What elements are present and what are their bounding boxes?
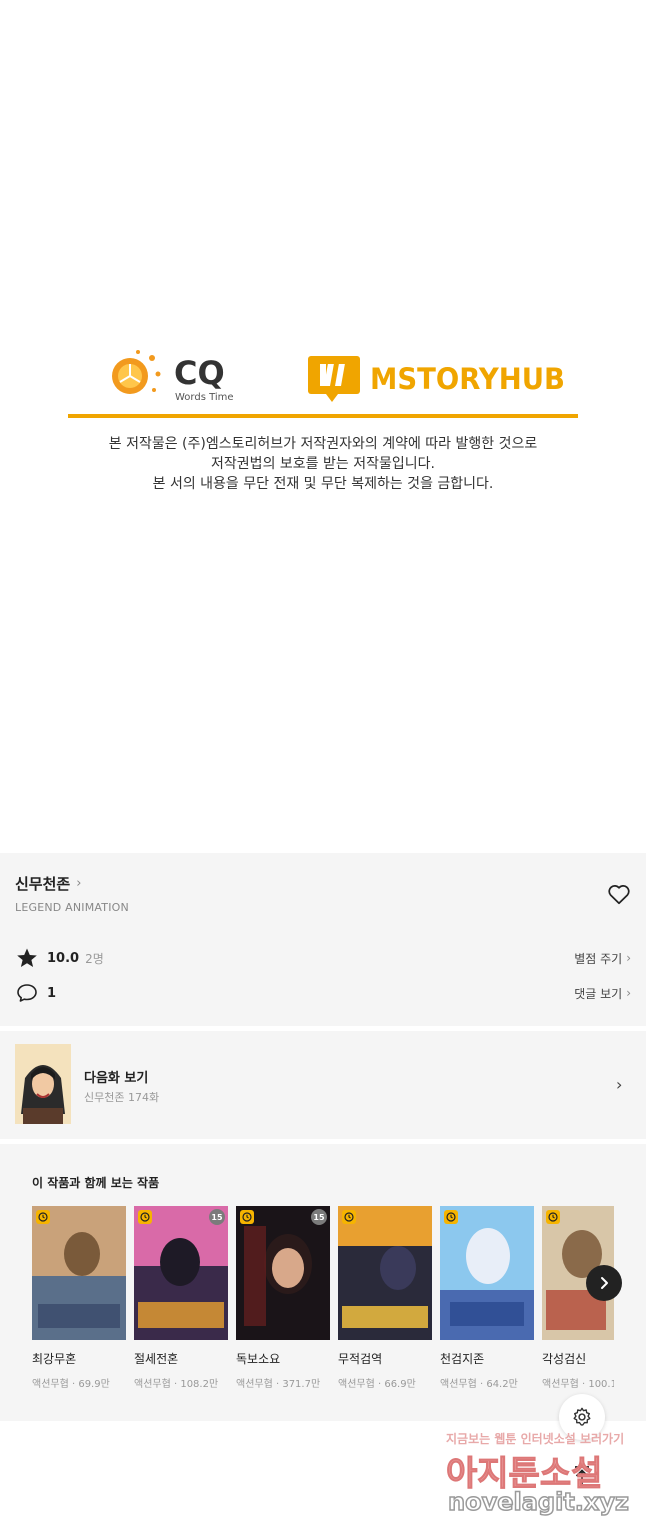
arrow-up-icon xyxy=(575,1466,589,1486)
rate-button[interactable]: 별점 주기 › xyxy=(574,950,631,967)
rating-value: 10.0 xyxy=(47,950,80,966)
cq-mark: CQ xyxy=(174,354,225,392)
comment-row: 1 댓글 보기 › xyxy=(15,981,631,1005)
comment-count: 1 xyxy=(47,985,57,1001)
notice-line-3: 본 서의 내용을 무단 전재 및 무단 복제하는 것을 금합니다. xyxy=(152,476,494,492)
chevron-right-icon: › xyxy=(626,986,631,1000)
next-episode-label: 다음화 보기 xyxy=(84,1071,149,1086)
clock-icon xyxy=(444,1210,458,1224)
cq-subtitle: Words Time xyxy=(175,392,234,403)
heart-icon[interactable] xyxy=(606,881,632,907)
recommendation-title: 각성검신 xyxy=(542,1352,587,1366)
chevron-right-icon xyxy=(601,1277,608,1289)
clock-icon xyxy=(240,1210,254,1224)
recommendation-cover xyxy=(440,1206,534,1340)
recommendation-meta: 액션무협 · 100.1 xyxy=(542,1379,614,1390)
work-title: 신무천존 xyxy=(15,875,71,893)
rating-count: 2명 xyxy=(85,951,104,966)
recommendation-card[interactable]: 최강무혼 액션무협 · 69.9만 xyxy=(32,1206,126,1390)
recommendation-meta: 액션무협 · 371.7만 xyxy=(236,1379,321,1390)
recommendation-title: 최강무혼 xyxy=(32,1352,77,1366)
next-episode-thumbnail xyxy=(15,1044,71,1124)
view-comments-button[interactable]: 댓글 보기 › xyxy=(574,985,631,1002)
recommendation-cover: 15 xyxy=(236,1206,330,1340)
recommendation-cover xyxy=(32,1206,126,1340)
recommendation-cover: 15 xyxy=(134,1206,228,1340)
recommendation-meta: 액션무협 · 64.2만 xyxy=(440,1379,518,1390)
chevron-right-icon: › xyxy=(616,1075,623,1094)
copyright-notice: CQ Words Time MSTORYHUB 본 저작물은 (주)엠스토리허브… xyxy=(0,330,646,492)
recommendation-title: 절세전혼 xyxy=(134,1352,179,1366)
recommendations-list: 최강무혼 액션무협 · 69.9만 15 절세전혼 액션무협 · 108.2만 … xyxy=(32,1206,614,1396)
recommendations-title: 이 작품과 함께 보는 작품 xyxy=(32,1176,160,1190)
site-watermark: 지금보는 웹툰 인터넷소설 보러가기 아지툰소설 novelagit.xyz xyxy=(440,1428,640,1524)
recommendation-title: 독보소요 xyxy=(236,1352,281,1366)
next-episode-subtitle: 신무천존 174화 xyxy=(84,1091,160,1104)
carousel-next-button[interactable] xyxy=(586,1265,622,1301)
page: CQ Words Time MSTORYHUB 본 저작물은 (주)엠스토리허브… xyxy=(0,0,646,1538)
cq-words-time-logo: CQ Words Time xyxy=(112,350,234,403)
recommendations-section: 이 작품과 함께 보는 작품 최강무혼 액션무협 · 69.9만 15 절세전혼… xyxy=(0,1144,646,1421)
recommendation-meta: 액션무협 · 69.9만 xyxy=(32,1379,110,1390)
view-comments-label: 댓글 보기 xyxy=(574,986,623,1001)
mstoryhub-text: MSTORYHUB xyxy=(370,362,565,396)
rate-button-label: 별점 주기 xyxy=(574,951,623,966)
chevron-right-icon: › xyxy=(626,951,631,965)
work-author: LEGEND ANIMATION xyxy=(15,901,129,914)
notice-text: 본 저작물은 (주)엠스토리허브가 저작권자와의 계약에 따라 발행한 것으로 … xyxy=(0,434,646,494)
scroll-to-top-button[interactable] xyxy=(566,1462,598,1490)
recommendation-card[interactable]: 천검지존 액션무협 · 64.2만 xyxy=(440,1206,534,1390)
work-info-panel: 신무천존 › LEGEND ANIMATION 10.0 2명 별점 주기 › … xyxy=(0,853,646,1026)
publisher-logos: CQ Words Time MSTORYHUB xyxy=(0,330,646,410)
star-icon xyxy=(17,948,37,967)
notice-divider xyxy=(68,414,578,418)
next-episode-button[interactable]: 다음화 보기 신무천존 174화 › xyxy=(0,1031,646,1139)
recommendation-meta: 액션무협 · 66.9만 xyxy=(338,1379,416,1390)
work-title-link[interactable]: 신무천존 › xyxy=(15,873,81,894)
recommendation-title: 무적검역 xyxy=(338,1352,383,1366)
recommendation-meta: 액션무협 · 108.2만 xyxy=(134,1379,219,1390)
age-rating-badge: 15 xyxy=(311,1209,327,1225)
comment-icon xyxy=(17,984,37,1002)
recommendation-title: 천검지존 xyxy=(440,1352,485,1366)
age-rating-badge: 15 xyxy=(209,1209,225,1225)
clock-icon xyxy=(36,1210,50,1224)
clock-icon xyxy=(138,1210,152,1224)
settings-button[interactable] xyxy=(559,1394,605,1440)
recommendation-card[interactable]: 15 독보소요 액션무협 · 371.7만 xyxy=(236,1206,330,1390)
notice-line-1: 본 저작물은 (주)엠스토리허브가 저작권자와의 계약에 따라 발행한 것으로 xyxy=(108,436,538,452)
recommendation-cover xyxy=(338,1206,432,1340)
watermark-url: novelagit.xyz xyxy=(447,1487,630,1517)
clock-icon xyxy=(342,1210,356,1224)
gear-icon xyxy=(573,1407,591,1426)
mstoryhub-logo: MSTORYHUB xyxy=(308,356,565,402)
recommendation-card[interactable]: 무적검역 액션무협 · 66.9만 xyxy=(338,1206,432,1390)
recommendation-card[interactable]: 15 절세전혼 액션무협 · 108.2만 xyxy=(134,1206,228,1390)
chevron-right-icon: › xyxy=(76,876,82,891)
clock-icon xyxy=(546,1210,560,1224)
rating-row: 10.0 2명 별점 주기 › xyxy=(15,946,631,970)
notice-line-2: 저작권법의 보호를 받는 저작물입니다. xyxy=(211,456,435,472)
